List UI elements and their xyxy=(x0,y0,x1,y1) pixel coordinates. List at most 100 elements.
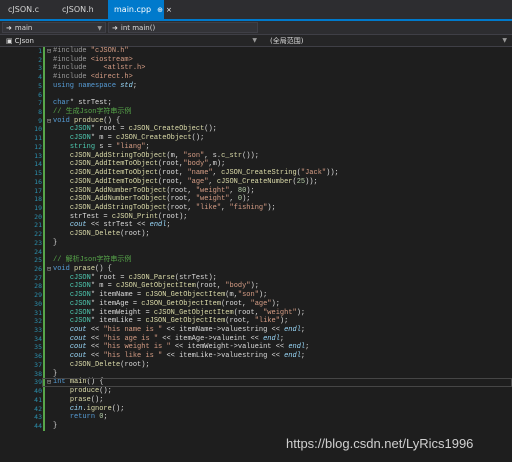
code-line[interactable]: 5 using namespace std; xyxy=(0,82,512,91)
code-line[interactable]: 43 return 0; xyxy=(0,413,512,422)
line-number: 39 xyxy=(34,378,42,387)
line-number: 44 xyxy=(34,421,42,430)
current-line-highlight xyxy=(42,378,512,388)
code-text: prase(); xyxy=(69,395,104,404)
code-line[interactable]: 11 cJSON* m = cJSON_CreateObject(); xyxy=(0,134,512,143)
close-icon[interactable]: × xyxy=(166,6,172,14)
scope-bar: ▣ CJson ▼ (全局范围) ▼ xyxy=(0,35,512,47)
code-line[interactable]: 25 // 解析Json字符串示例 xyxy=(0,256,512,265)
code-text: void prase() { xyxy=(53,265,112,273)
change-indicator-bar xyxy=(43,47,45,431)
line-number: 13 xyxy=(34,151,42,160)
code-line[interactable]: 29 cJSON* itemName = cJSON_GetObjectItem… xyxy=(0,291,512,300)
code-line[interactable]: 15 cJSON_AddItemToObject(root, "name", c… xyxy=(0,169,512,178)
code-line[interactable]: 36 cout << "his like is " << itemLike->v… xyxy=(0,352,512,361)
scope-left-dropdown[interactable]: ▣ CJson ▼ xyxy=(2,36,260,46)
scope-right-dropdown[interactable]: (全局范围) ▼ xyxy=(266,36,510,46)
project-icon: ➜ xyxy=(6,24,12,32)
line-number: 3 xyxy=(38,64,42,73)
code-line[interactable]: 1 ⊟ #include "cJSON.h" xyxy=(0,47,512,56)
line-number: 28 xyxy=(34,282,42,291)
fold-toggle-icon[interactable]: ⊟ xyxy=(45,117,53,126)
tab-cjson-c[interactable]: cJSON.c xyxy=(2,0,54,19)
project-label: main xyxy=(14,24,33,32)
code-text: cout << "his weight is " << itemWeight->… xyxy=(69,343,310,352)
code-text: cJSON* m = cJSON_CreateObject(); xyxy=(69,134,205,143)
line-number: 7 xyxy=(38,99,42,108)
fold-toggle-icon[interactable]: ⊟ xyxy=(45,265,53,274)
code-line[interactable]: 10 cJSON* root = cJSON_CreateObject(); xyxy=(0,125,512,134)
code-line[interactable]: 26 ⊟ void prase() { xyxy=(0,265,512,274)
line-number: 37 xyxy=(34,360,42,369)
code-line[interactable]: 9 ⊟ void produce() { xyxy=(0,117,512,126)
code-line[interactable]: 7 char* strTest; xyxy=(0,99,512,108)
fold-toggle-icon[interactable]: ⊟ xyxy=(45,47,53,56)
code-line[interactable]: 4 #include <direct.h> xyxy=(0,73,512,82)
code-text: string s = "liang"; xyxy=(69,142,150,151)
code-line[interactable]: 35 cout << "his weight is " << itemWeigh… xyxy=(0,343,512,352)
project-dropdown[interactable]: ➜ main ▼ xyxy=(2,22,106,33)
line-number: 10 xyxy=(34,125,42,134)
line-number: 6 xyxy=(38,90,42,99)
tab-main-cpp[interactable]: main.cpp ⊕ × xyxy=(108,0,172,19)
function-icon: ➜ xyxy=(112,24,118,32)
line-number: 11 xyxy=(34,134,42,143)
code-line[interactable]: 6 xyxy=(0,91,512,100)
code-line[interactable]: 21 cout << strTest << endl; xyxy=(0,221,512,230)
line-number: 4 xyxy=(38,73,42,82)
line-number: 29 xyxy=(34,291,42,300)
code-line[interactable]: 24 xyxy=(0,248,512,257)
code-line[interactable]: 34 cout << "his age is " << itemAge->val… xyxy=(0,335,512,344)
code-text: cJSON_AddNumberToObject(root, "weight", … xyxy=(69,186,255,195)
code-line[interactable]: 30 cJSON* itemAge = cJSON_GetObjectItem(… xyxy=(0,300,512,309)
code-text: cJSON* itemLike = cJSON_GetObjectItem(ro… xyxy=(69,317,289,326)
line-number: 32 xyxy=(34,317,42,326)
code-editor[interactable]: 1 ⊟ #include "cJSON.h" 2 #include <iostream>… xyxy=(0,47,512,462)
code-line[interactable]: 12 string s = "liang"; xyxy=(0,143,512,152)
code-line[interactable]: 23} xyxy=(0,239,512,248)
code-line[interactable]: 40 produce(); xyxy=(0,387,512,396)
code-line[interactable]: 18 cJSON_AddNumberToObject(root, "weight… xyxy=(0,195,512,204)
watermark: https://blog.csdn.net/LyRics1996 xyxy=(286,436,474,451)
code-line[interactable]: 22 cJSON_Delete(root); xyxy=(0,230,512,239)
pin-icon[interactable]: ⊕ xyxy=(157,6,163,14)
code-line[interactable]: 37 cJSON_Delete(root); xyxy=(0,361,512,370)
code-text: cJSON_AddItemToObject(root, "age", cJSON… xyxy=(69,177,318,186)
code-text: strTest = cJSON_Print(root); xyxy=(69,212,188,221)
code-line[interactable]: 41 prase(); xyxy=(0,396,512,405)
code-text: } xyxy=(53,238,58,247)
code-line[interactable]: 33 cout << "his name is " << itemName->v… xyxy=(0,326,512,335)
chevron-down-icon: ▼ xyxy=(97,25,102,32)
code-line[interactable]: 32 cJSON* itemLike = cJSON_GetObjectItem… xyxy=(0,317,512,326)
code-line[interactable]: 16 cJSON_AddItemToObject(root, "age", cJ… xyxy=(0,178,512,187)
function-dropdown[interactable]: ➜ int main() xyxy=(108,22,258,33)
code-text: cout << "his like is " << itemLike->valu… xyxy=(69,352,306,361)
code-text: #include "cJSON.h" xyxy=(53,47,129,55)
code-line[interactable]: 13 cJSON_AddStringToObject(m, "son", s.c… xyxy=(0,152,512,161)
code-line[interactable]: 19 cJSON_AddStringToObject(root, "like",… xyxy=(0,204,512,213)
code-line[interactable]: 28 cJSON* m = cJSON_GetObjectItem(root, … xyxy=(0,282,512,291)
line-number: 19 xyxy=(34,203,42,212)
code-text: #include <iostream> xyxy=(53,55,133,64)
line-number: 14 xyxy=(34,160,42,169)
line-number: 24 xyxy=(34,247,42,256)
code-line[interactable]: 17 cJSON_AddNumberToObject(root, "weight… xyxy=(0,187,512,196)
code-line[interactable]: 44} xyxy=(0,422,512,431)
code-line[interactable]: 31 cJSON* itemWeight = cJSON_GetObjectIt… xyxy=(0,309,512,318)
code-text: // 生成Json字符串示例 xyxy=(53,108,132,117)
code-line[interactable]: 14 cJSON_AddItemToObject(root,"body",m); xyxy=(0,160,512,169)
code-text: cJSON* itemAge = cJSON_GetObjectItem(roo… xyxy=(69,299,280,308)
code-line[interactable]: 8 // 生成Json字符串示例 xyxy=(0,108,512,117)
code-line[interactable]: 2 #include <iostream> xyxy=(0,56,512,65)
code-line[interactable]: 3 #include <atlstr.h> xyxy=(0,64,512,73)
line-number: 30 xyxy=(34,299,42,308)
tab-bar: cJSON.c cJSON.h main.cpp ⊕ × xyxy=(0,0,512,21)
line-number: 20 xyxy=(34,212,42,221)
code-line[interactable]: 38} xyxy=(0,370,512,379)
code-line[interactable]: 20 strTest = cJSON_Print(root); xyxy=(0,213,512,222)
code-line[interactable]: 27 cJSON* root = cJSON_Parse(strTest); xyxy=(0,274,512,283)
tab-cjson-h[interactable]: cJSON.h xyxy=(56,0,106,19)
code-line[interactable]: 42 cin.ignore(); xyxy=(0,405,512,414)
line-number: 9 xyxy=(38,116,42,125)
code-text: cJSON_AddStringToObject(m, "son", s.c_st… xyxy=(69,151,259,160)
